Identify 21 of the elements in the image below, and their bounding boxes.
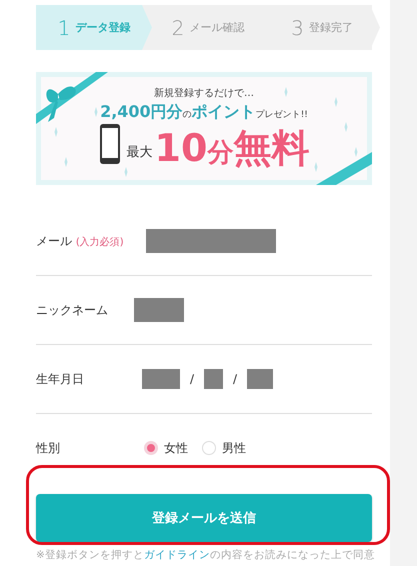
- field-label: 生年月日: [36, 370, 85, 388]
- offer-text: 10分無料: [154, 129, 310, 167]
- date-separator: /: [233, 372, 238, 386]
- field-label: メール: [36, 234, 72, 248]
- required-note: (入力必須): [76, 236, 124, 248]
- nickname-field[interactable]: [134, 298, 184, 322]
- field-label: ニックネーム: [36, 302, 109, 318]
- radio-option[interactable]: 女性: [144, 440, 188, 456]
- email-field[interactable]: [146, 229, 276, 253]
- month-field[interactable]: [204, 369, 224, 389]
- banner-intro: 新規登録するだけで…: [154, 86, 254, 100]
- field-label: 性別: [36, 440, 61, 456]
- year-field[interactable]: [142, 369, 180, 389]
- date-separator: /: [190, 372, 194, 386]
- day-field[interactable]: [247, 369, 274, 389]
- smartphone-icon: [98, 123, 121, 165]
- offer-prefix: 最大: [126, 144, 153, 161]
- radio-option[interactable]: 男性: [202, 440, 246, 456]
- notice-text: ※登録ボタンを押すと ガイドラインの内容をお読みになった上で同意: [36, 548, 375, 562]
- progress-step: 1 データ登録: [36, 5, 152, 50]
- banner-headline: 2,400円分のポイント プレゼント!!: [100, 102, 308, 123]
